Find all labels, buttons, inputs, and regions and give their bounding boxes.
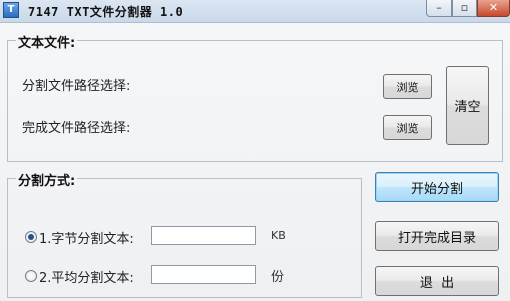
split-path-label: 分割文件路径选择: xyxy=(22,79,131,94)
window-title: 7147 TXT文件分割器 1.0 xyxy=(28,5,184,19)
parts-unit-label: 份 xyxy=(271,270,285,285)
title-bar: T 7147 TXT文件分割器 1.0 – ▫ ✕ xyxy=(0,0,510,23)
close-button[interactable]: ✕ xyxy=(477,0,510,17)
file-group xyxy=(7,40,503,162)
app-icon: T xyxy=(3,2,19,18)
start-split-button[interactable]: 开始分割 xyxy=(375,172,499,202)
radio-average[interactable] xyxy=(25,270,37,282)
average-parts-input[interactable] xyxy=(151,265,256,284)
kb-unit-label: KB xyxy=(271,229,286,242)
bytes-option-label: 1.字节分割文本: xyxy=(39,232,134,247)
browse-done-button[interactable]: 浏览 xyxy=(383,115,432,140)
app-window: T 7147 TXT文件分割器 1.0 – ▫ ✕ 文本文件: 分割文件路径选择… xyxy=(0,0,510,301)
maximize-button[interactable]: ▫ xyxy=(452,0,477,17)
file-group-title: 文本文件: xyxy=(16,32,78,51)
bytes-size-input[interactable] xyxy=(151,226,256,245)
done-path-label: 完成文件路径选择: xyxy=(22,121,131,136)
clear-button[interactable]: 清空 xyxy=(446,66,489,145)
open-output-folder-button[interactable]: 打开完成目录 xyxy=(375,221,499,251)
minimize-button[interactable]: – xyxy=(426,0,452,17)
average-option-label: 2.平均分割文本: xyxy=(39,271,134,286)
exit-button[interactable]: 退 出 xyxy=(375,266,499,296)
browse-split-button[interactable]: 浏览 xyxy=(383,74,432,99)
radio-bytes[interactable] xyxy=(25,231,37,243)
mode-group-title: 分割方式: xyxy=(16,170,78,189)
